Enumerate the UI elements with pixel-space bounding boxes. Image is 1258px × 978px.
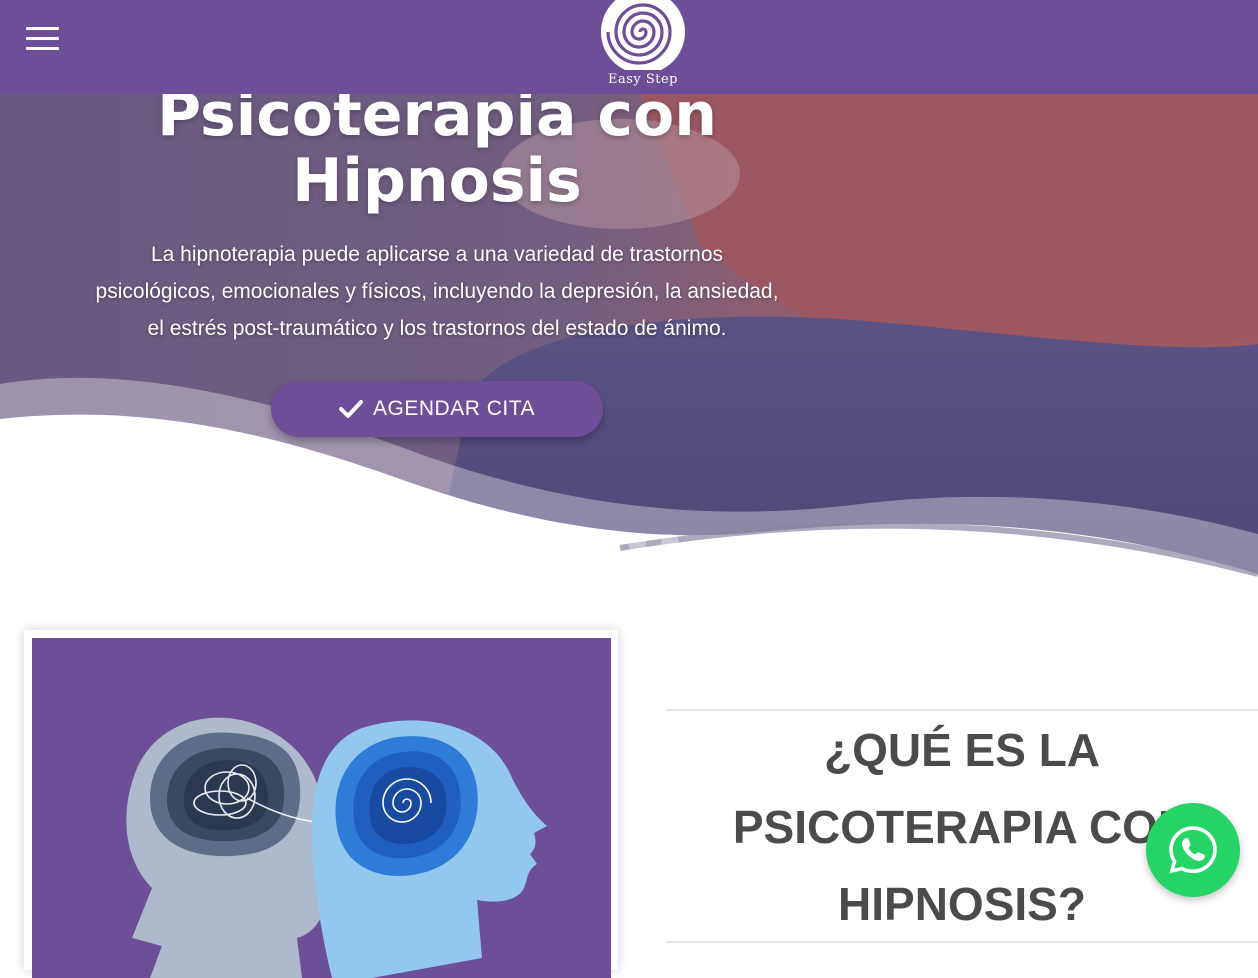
logo-text: Easy Step [607, 72, 679, 87]
slider-dots [596, 534, 689, 557]
logo[interactable]: Easy Step [596, 0, 690, 94]
whatsapp-icon [1169, 826, 1217, 874]
agendar-cita-button[interactable]: AGENDAR CITA [271, 381, 603, 437]
slider-dot-3[interactable] [660, 534, 679, 552]
slider-dot-2[interactable] [628, 534, 647, 552]
spiral-logo-icon [601, 0, 685, 70]
hamburger-menu-icon[interactable] [26, 26, 60, 52]
hero-slider: Psicoterapia con Hipnosis La hipnoterapi… [0, 94, 1258, 584]
hypnosis-heads-illustration [32, 638, 611, 978]
heading-divider-top [666, 709, 1258, 711]
checkmark-icon [339, 400, 364, 418]
hero-title: Psicoterapia con Hipnosis [157, 94, 717, 216]
slider-dot-1[interactable] [596, 534, 614, 552]
illustration-card [24, 630, 618, 978]
agendar-cita-label: AGENDAR CITA [373, 397, 535, 420]
whatsapp-button[interactable] [1146, 803, 1240, 897]
site-header: Easy Step [0, 0, 1258, 94]
two-heads-illustration [126, 717, 547, 978]
hero-description: La hipnoterapia puede aplicarse a una va… [95, 243, 779, 340]
heading-divider-bottom [666, 941, 1258, 943]
